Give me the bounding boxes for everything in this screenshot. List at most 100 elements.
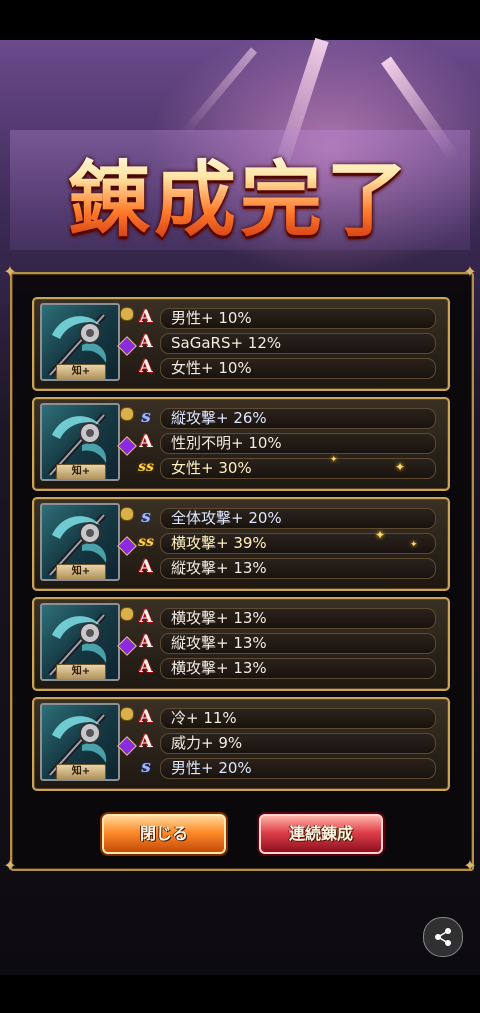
key-icon [120, 707, 134, 721]
weapon-tag: 知+ [56, 564, 106, 579]
slot-indicators [117, 607, 137, 681]
stat-bar: 全体攻撃+ 20% [160, 508, 436, 529]
corner-ornament-icon: ✦ [463, 856, 477, 875]
corner-ornament-icon: ✦ [3, 262, 17, 281]
stat-label: 男性+ 10% [171, 309, 252, 327]
stat-bar: 横攻撃+ 39% [160, 533, 436, 554]
stat-row: A 威力+ 9% [136, 732, 436, 754]
stat-label: 女性+ 10% [171, 359, 252, 377]
stat-row: A SaGaRS+ 12% [136, 332, 436, 354]
stat-bar: 女性+ 10% [160, 358, 436, 379]
stat-bar: 冷+ 11% [160, 708, 436, 729]
sparkle-icon: ✦ [410, 540, 418, 550]
rank-a-icon: A [139, 657, 153, 677]
stat-bar: 威力+ 9% [160, 733, 436, 754]
gem-icon [117, 636, 137, 656]
corner-ornament-icon: ✦ [463, 262, 477, 281]
weapon-icon[interactable]: 知+ [40, 503, 120, 581]
rank-a-icon: A [139, 432, 153, 452]
stat-row: A 縦攻撃+ 13% [136, 557, 436, 579]
rank-a-icon: A [139, 732, 153, 752]
slot-indicators [117, 307, 137, 381]
stat-row: s 縦攻撃+ 26% [136, 407, 436, 429]
rank-a-icon: A [139, 607, 153, 627]
weapon-tag: 知+ [56, 464, 106, 479]
result-card: 知+ s 全体攻撃+ 20% ss 横攻撃+ 39% A 縦攻撃+ 13% [32, 497, 450, 591]
rank-a-icon: A [139, 307, 153, 327]
result-card: 知+ A 冷+ 11% A 威力+ 9% s 男性+ 20% [32, 697, 450, 791]
stat-label: 男性+ 20% [171, 759, 252, 777]
share-button[interactable] [423, 917, 463, 957]
rank-ss-icon: ss [138, 534, 154, 550]
gem-icon [117, 536, 137, 556]
slot-indicators [117, 507, 137, 581]
stat-row: s 全体攻撃+ 20% [136, 507, 436, 529]
rank-s-icon: s [141, 407, 151, 427]
gem-icon [117, 736, 137, 756]
rank-a-icon: A [139, 357, 153, 377]
continuous-forge-button[interactable]: 連続錬成 [259, 814, 383, 854]
stat-label: 全体攻撃+ 20% [171, 509, 282, 527]
stat-label: 縦攻撃+ 13% [171, 559, 267, 577]
stat-label: 横攻撃+ 13% [171, 609, 267, 627]
stat-bar: 縦攻撃+ 26% [160, 408, 436, 429]
rank-a-icon: A [139, 557, 153, 577]
stat-row: A 縦攻撃+ 13% [136, 632, 436, 654]
stat-bar: SaGaRS+ 12% [160, 333, 436, 354]
stat-bar: 性別不明+ 10% [160, 433, 436, 454]
stat-bar: 縦攻撃+ 13% [160, 558, 436, 579]
stat-row: A 冷+ 11% [136, 707, 436, 729]
corner-ornament-icon: ✦ [3, 856, 17, 875]
stat-row: ss 女性+ 30% [136, 457, 436, 479]
rank-ss-icon: ss [138, 459, 154, 475]
rank-a-icon: A [139, 332, 153, 352]
weapon-tag: 知+ [56, 364, 106, 379]
stat-label: 縦攻撃+ 26% [171, 409, 267, 427]
result-card: 知+ s 縦攻撃+ 26% A 性別不明+ 10% ss 女性+ 30% [32, 397, 450, 491]
gem-icon [117, 336, 137, 356]
rank-s-icon: s [141, 507, 151, 527]
slot-indicators [117, 407, 137, 481]
stat-bar: 男性+ 20% [160, 758, 436, 779]
weapon-icon[interactable]: 知+ [40, 303, 120, 381]
key-icon [120, 407, 134, 421]
share-icon [435, 928, 451, 946]
rank-a-icon: A [139, 707, 153, 727]
stat-label: 横攻撃+ 39% [171, 534, 267, 552]
weapon-tag: 知+ [56, 764, 106, 779]
gem-icon [117, 436, 137, 456]
weapon-tag: 知+ [56, 664, 106, 679]
sparkle-icon: ✦ [395, 460, 406, 474]
stat-row: A 男性+ 10% [136, 307, 436, 329]
stat-label: SaGaRS+ 12% [171, 334, 282, 352]
stat-row: s 男性+ 20% [136, 757, 436, 779]
stat-row: ss 横攻撃+ 39% [136, 532, 436, 554]
stat-row: A 性別不明+ 10% [136, 432, 436, 454]
stat-bar: 横攻撃+ 13% [160, 658, 436, 679]
stat-row: A 横攻撃+ 13% [136, 607, 436, 629]
stat-label: 性別不明+ 10% [171, 434, 282, 452]
key-icon [120, 607, 134, 621]
stat-bar: 男性+ 10% [160, 308, 436, 329]
page-title: 錬成完了 [0, 140, 480, 260]
weapon-icon[interactable]: 知+ [40, 703, 120, 781]
navigation-bar [0, 975, 480, 1013]
rank-s-icon: s [141, 757, 151, 777]
weapon-icon[interactable]: 知+ [40, 603, 120, 681]
sparkle-icon: ✦ [375, 528, 386, 542]
close-button[interactable]: 閉じる [102, 814, 226, 854]
result-card: 知+ A 横攻撃+ 13% A 縦攻撃+ 13% A 横攻撃+ 13% [32, 597, 450, 691]
key-icon [120, 307, 134, 321]
stat-label: 縦攻撃+ 13% [171, 634, 267, 652]
sparkle-icon: ✦ [330, 455, 338, 465]
slot-indicators [117, 707, 137, 781]
key-icon [120, 507, 134, 521]
stat-row: A 女性+ 10% [136, 357, 436, 379]
stat-row: A 横攻撃+ 13% [136, 657, 436, 679]
stat-bar: 横攻撃+ 13% [160, 608, 436, 629]
stat-label: 横攻撃+ 13% [171, 659, 267, 677]
result-card: 知+ A 男性+ 10% A SaGaRS+ 12% A 女性+ 10% [32, 297, 450, 391]
weapon-icon[interactable]: 知+ [40, 403, 120, 481]
stat-bar: 縦攻撃+ 13% [160, 633, 436, 654]
status-bar [0, 0, 480, 40]
